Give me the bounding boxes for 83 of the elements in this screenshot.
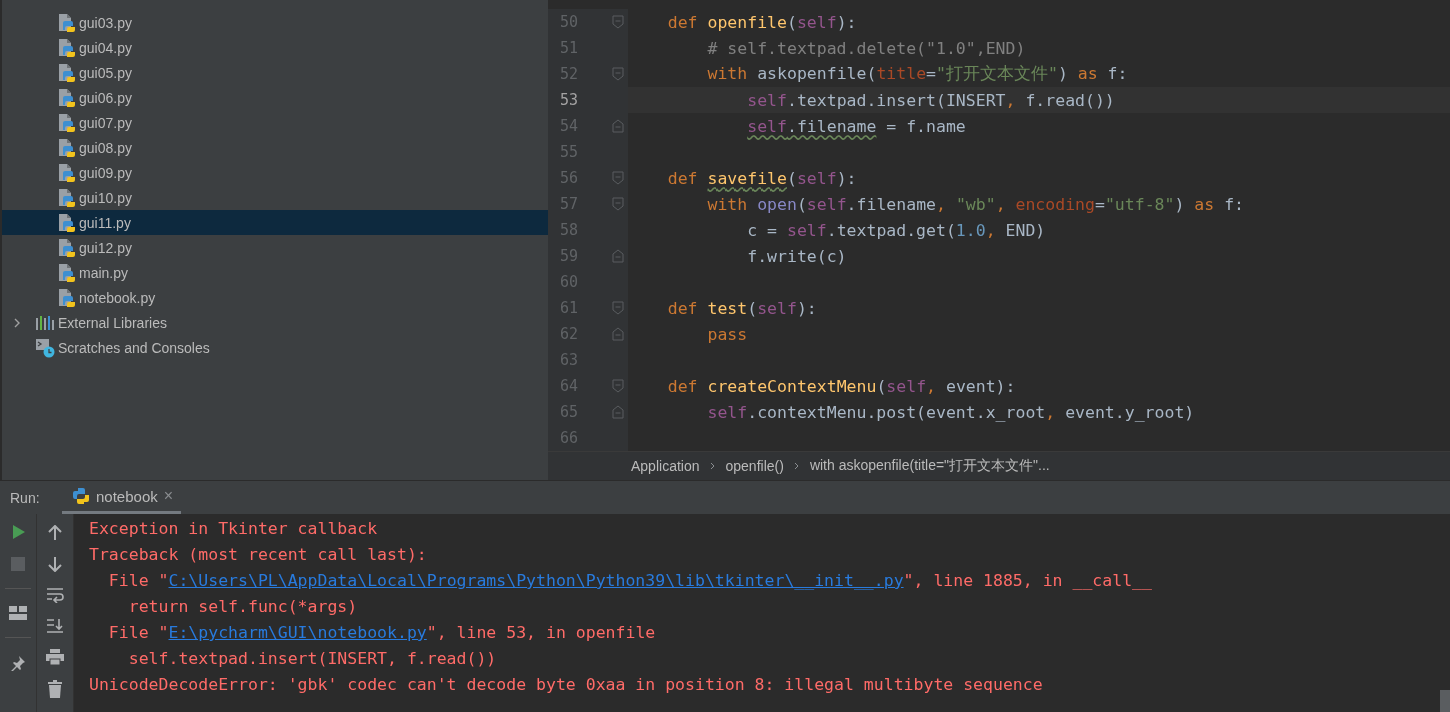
console-line: UnicodeDecodeError: 'gbk' codec can't decode byte 0xaa in position 8: illegal multibyte sequence xyxy=(89,674,1044,696)
run-label: Run: xyxy=(9,488,41,508)
code-line: with askopenfile(title="打开文本文件") as f: xyxy=(706,63,1128,85)
line-number: 53 xyxy=(558,91,578,109)
code-line: pass xyxy=(706,324,748,344)
tree-item[interactable]: main.py xyxy=(2,260,548,285)
code-line: # self.textpad.delete("1.0",END) xyxy=(706,38,1026,58)
python-file-icon xyxy=(58,12,76,33)
fold-marker-icon[interactable] xyxy=(612,171,624,185)
tree-item[interactable]: gui10.py xyxy=(2,185,548,210)
tree-item[interactable]: Scratches and Consoles xyxy=(2,335,548,360)
python-file-icon xyxy=(58,187,76,208)
scrollbar-thumb[interactable] xyxy=(1440,690,1450,712)
tree-item[interactable]: gui04.py xyxy=(2,35,548,60)
code-line: def openfile(self): xyxy=(666,12,857,32)
fold-marker-icon[interactable] xyxy=(612,15,624,29)
fold-marker-icon[interactable] xyxy=(612,67,624,81)
python-file-icon xyxy=(58,262,76,283)
python-file-icon xyxy=(58,162,76,183)
tree-item[interactable]: gui12.py xyxy=(2,235,548,260)
layout-icon[interactable] xyxy=(9,606,27,620)
python-file-icon xyxy=(58,237,76,258)
code-line: def test(self): xyxy=(666,298,817,318)
chevron-right-icon xyxy=(709,462,716,471)
print-icon[interactable] xyxy=(46,649,64,665)
run-icon[interactable] xyxy=(10,524,26,540)
python-file-icon xyxy=(58,137,76,158)
tree-item[interactable]: External Libraries xyxy=(2,310,548,335)
fold-marker-icon[interactable] xyxy=(612,249,624,263)
run-tab[interactable]: notebook × xyxy=(62,481,182,514)
console-line: Exception in Tkinter callback xyxy=(89,518,379,540)
console-clock-icon xyxy=(35,337,55,358)
code-line: self.filename = f.name xyxy=(746,116,966,136)
tree-item[interactable]: notebook.py xyxy=(2,285,548,310)
arrow-down-icon[interactable] xyxy=(48,556,62,572)
tree-item[interactable]: gui08.py xyxy=(2,135,548,160)
trash-icon[interactable] xyxy=(48,680,62,698)
code-line: f.write(c) xyxy=(746,246,847,266)
scroll-to-end-icon[interactable] xyxy=(46,618,64,634)
chevron-right-icon xyxy=(793,462,800,471)
file-link[interactable]: C:\Users\PL\AppData\Local\Programs\Python\Python39\lib\tkinter\__init__.py xyxy=(168,571,904,590)
chevron-right-icon[interactable] xyxy=(12,317,22,328)
breadcrumb[interactable]: with askopenfile(title="打开文本文件"... xyxy=(809,457,1050,476)
fold-marker-icon[interactable] xyxy=(612,405,624,419)
console-line: self.textpad.insert(INSERT, f.read()) xyxy=(127,648,498,670)
close-button[interactable]: × xyxy=(163,487,174,505)
fold-marker-icon[interactable] xyxy=(612,119,624,133)
code-line: def savefile(self): xyxy=(666,168,857,188)
console-line: Traceback (most recent call last): xyxy=(89,544,428,566)
breadcrumb[interactable]: openfile() xyxy=(725,458,784,475)
python-file-icon xyxy=(58,62,76,83)
console-line: File "E:\pycharm\GUI\notebook.py", line 53, in openfile xyxy=(107,622,657,644)
python-file-icon xyxy=(58,37,76,58)
python-file-icon xyxy=(58,212,76,233)
tree-item[interactable]: gui07.py xyxy=(2,110,548,135)
tree-item[interactable]: gui11.py xyxy=(2,210,548,235)
fold-marker-icon[interactable] xyxy=(612,197,624,211)
file-link[interactable]: E:\pycharm\GUI\notebook.py xyxy=(168,623,427,642)
code-line: def createContextMenu(self, event): xyxy=(666,376,1016,396)
tree-item[interactable]: gui09.py xyxy=(2,160,548,185)
soft-wrap-icon[interactable] xyxy=(46,587,64,603)
python-file-icon xyxy=(58,87,76,108)
python-icon xyxy=(72,487,90,505)
console-line: return self.func(*args) xyxy=(127,596,359,618)
python-file-icon xyxy=(58,287,76,308)
breadcrumb[interactable]: Application xyxy=(631,458,700,475)
library-icon xyxy=(35,314,55,331)
tree-item[interactable]: gui05.py xyxy=(2,60,548,85)
tab-label: notebook xyxy=(96,487,158,505)
pin-icon[interactable] xyxy=(10,655,26,671)
tree-item[interactable]: gui06.py xyxy=(2,85,548,110)
stop-icon[interactable] xyxy=(11,557,25,571)
fold-marker-icon[interactable] xyxy=(612,327,624,341)
code-line: with open(self.filename, "wb", encoding="utf-8") as f: xyxy=(706,194,1245,214)
code-line: self.contextMenu.post(event.x_root, event.y_root) xyxy=(706,402,1195,422)
tree-item[interactable]: gui03.py xyxy=(2,10,548,35)
python-file-icon xyxy=(58,112,76,133)
fold-marker-icon[interactable] xyxy=(612,379,624,393)
arrow-up-icon[interactable] xyxy=(48,525,62,541)
code-line: self.textpad.insert(INSERT, f.read()) xyxy=(746,90,1115,110)
fold-marker-icon[interactable] xyxy=(612,301,624,315)
code-line: c = self.textpad.get(1.0, END) xyxy=(746,220,1046,240)
console-line: File "C:\Users\PL\AppData\Local\Programs\Python\Python39\lib\tkinter\__init__.py", line 1885, in __call__ xyxy=(107,570,1153,592)
